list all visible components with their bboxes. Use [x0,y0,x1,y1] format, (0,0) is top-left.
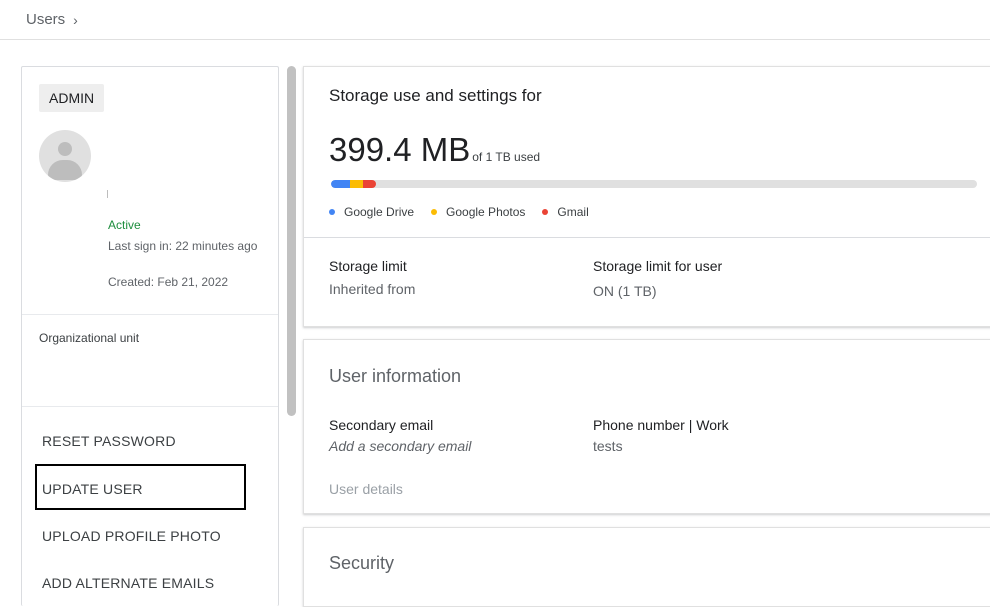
storage-bar-gmail [363,180,376,188]
storage-usage-bar [331,180,977,188]
storage-used-value: 399.4 MB [329,131,471,168]
storage-total: of 1 TB used [472,150,541,164]
org-unit-label: Organizational unit [39,331,140,345]
storage-card: Storage use and settings for 399.4 MB of… [303,66,990,327]
storage-bar-photos [350,180,363,188]
role-badge: ADMIN [39,84,105,112]
add-alternate-emails-button[interactable]: ADD ALTERNATE EMAILS [42,575,214,591]
drive-dot-icon [329,209,335,215]
user-information-card[interactable]: User information Secondary email Add a s… [303,339,990,514]
user-storage-limit-label: Storage limit for user [593,258,723,274]
avatar-head-shape [58,142,72,156]
legend-gmail: Gmail [542,205,589,219]
security-title: Security [329,553,395,573]
scrollbar-thumb[interactable] [287,66,296,416]
secondary-email-label: Secondary email [329,417,434,433]
update-user-button[interactable]: UPDATE USER [42,481,143,497]
name-placeholder-mark [107,190,108,198]
avatar-body-shape [48,160,82,180]
legend-photos: Google Photos [431,205,525,219]
storage-amount: 399.4 MB of 1 TB used [329,131,540,169]
phone-number-value: tests [593,438,623,454]
panel-divider [22,314,278,315]
legend-gmail-label: Gmail [557,205,589,219]
user-status: Active [108,218,141,232]
user-details-link[interactable]: User details [329,481,403,497]
photos-dot-icon [431,209,438,215]
breadcrumb-users-link[interactable]: Users [26,11,65,28]
chevron-right-icon: › [73,11,78,28]
created-date: Created: Feb 21, 2022 [108,275,229,289]
storage-title: Storage use and settings for [329,86,542,105]
upload-profile-photo-button[interactable]: UPLOAD PROFILE PHOTO [42,528,221,544]
breadcrumb: Users › [0,0,990,40]
user-summary-panel: ADMIN Active Last sign in: 22 minutes ag… [21,66,279,606]
storage-limit-value: Inherited from [329,281,416,297]
secondary-email-placeholder[interactable]: Add a secondary email [329,438,471,454]
storage-bar-drive [331,180,350,188]
user-storage-limit-value: ON (1 TB) [593,283,657,299]
last-sign-in: Last sign in: 22 minutes ago [108,239,258,253]
storage-legend: Google Drive Google Photos Gmail [329,205,606,219]
user-information-title: User information [329,366,462,386]
card-divider [304,237,990,238]
reset-password-button[interactable]: RESET PASSWORD [42,433,176,449]
legend-drive: Google Drive [329,205,414,219]
legend-drive-label: Google Drive [344,205,415,219]
legend-photos-label: Google Photos [446,205,526,219]
security-card[interactable]: Security [303,527,990,607]
gmail-dot-icon [542,209,549,215]
storage-limit-label: Storage limit [329,258,407,274]
avatar[interactable] [39,130,91,182]
phone-number-label: Phone number | Work [593,417,729,433]
panel-divider [22,406,278,407]
